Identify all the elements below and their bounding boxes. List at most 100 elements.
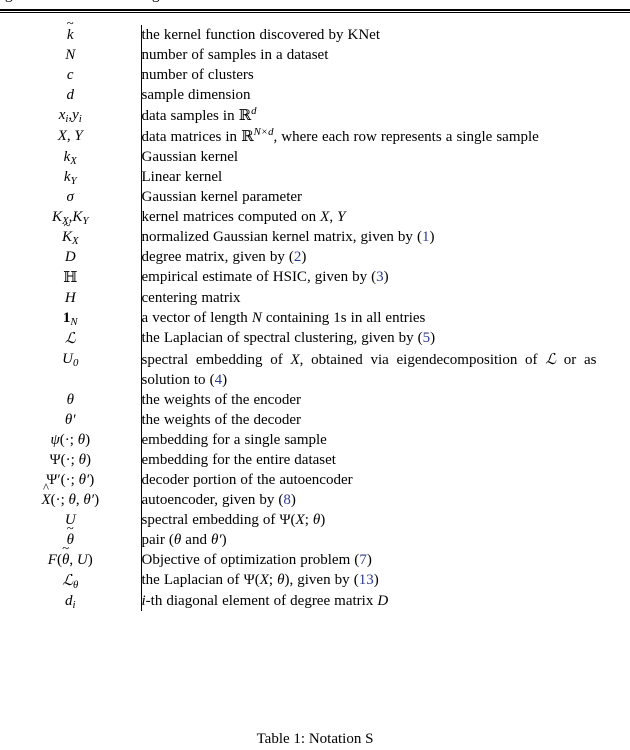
- text-fragment: degree matrix, given by (: [141, 249, 294, 265]
- text-fragment: the Laplacian of spectral clustering, gi…: [141, 330, 423, 346]
- close-paren: ): [222, 372, 228, 388]
- symbol-sup-NxD: N×d: [254, 126, 274, 138]
- close-paren: ): [85, 452, 91, 468]
- symbol-comma: ,: [329, 209, 334, 225]
- table-row: D degree matrix, given by (2): [0, 247, 630, 267]
- symbol-cell: KX,KY: [0, 207, 141, 227]
- description-cell: Linear kernel: [140, 167, 630, 187]
- text-fragment: data samples in: [141, 108, 239, 124]
- symbol-blackboard-H: ℍ: [63, 268, 78, 286]
- text-fragment: empirical estimate of HSIC, given by (: [141, 269, 377, 285]
- close-paren: ): [429, 229, 435, 245]
- description-text: Linear kernel: [141, 169, 223, 185]
- table-caption: Table 1: Notation S: [256, 731, 374, 747]
- symbol-psi: ψ: [50, 432, 60, 448]
- symbol-cell: d: [0, 85, 141, 105]
- symbol-script-L: ℒ: [62, 571, 73, 589]
- symbol-d: d: [65, 593, 73, 609]
- description-cell: decoder portion of the autoencoder: [140, 470, 630, 490]
- table-row: ℍ empirical estimate of HSIC, given by (…: [0, 267, 630, 288]
- description-cell: spectral embedding of Ψ(X; θ): [140, 510, 630, 530]
- description-text: data samples in ℝd: [142, 105, 597, 126]
- description-text: spectral embedding of Ψ(X; θ): [142, 510, 597, 530]
- equation-ref-link[interactable]: 7: [359, 552, 367, 568]
- description-text: i-th diagonal element of degree matrix D: [142, 591, 597, 611]
- text-fragment: autoencoder, given by (: [141, 492, 284, 508]
- description-text: centering matrix: [141, 290, 241, 306]
- symbol-blackboard-R: ℝ: [241, 127, 254, 145]
- symbol-cell: X, Y: [0, 126, 141, 147]
- symbol-theta-prime: θ′: [83, 492, 95, 508]
- symbol-X: X: [295, 512, 305, 528]
- symbol-X: X: [320, 209, 330, 225]
- table-row: θ′ the weights of the decoder: [0, 410, 630, 430]
- table-row: U spectral embedding of Ψ(X; θ): [0, 510, 630, 530]
- description-text: a vector of length N containing 1s in al…: [142, 308, 597, 328]
- symbol-semicolon: ;: [60, 492, 65, 508]
- symbol-cell: kY: [0, 167, 141, 187]
- symbol-cell: N: [0, 45, 141, 65]
- symbol-cell: ^ X(·; θ, θ′): [0, 482, 141, 510]
- description-cell: pair (θ and θ′): [140, 530, 630, 550]
- description-cell: data samples in ℝd: [140, 105, 630, 126]
- description-text: the Laplacian of spectral clustering, gi…: [142, 328, 597, 348]
- symbol-K: K: [52, 209, 63, 225]
- symbol-script-L: ℒ: [64, 329, 76, 347]
- symbol-k: k: [63, 169, 71, 185]
- description-text: Gaussian kernel parameter: [141, 189, 303, 205]
- description-text: kernel matrices computed on X, Y: [142, 207, 597, 227]
- symbol-semicolon: ;: [304, 512, 309, 528]
- text-fragment: -th diagonal element of degree matrix: [145, 593, 378, 609]
- description-cell: Gaussian kernel: [140, 147, 630, 167]
- equation-ref-link[interactable]: 13: [359, 572, 374, 588]
- table-row: ^ X(·; θ, θ′) autoencoder, given by (8): [0, 482, 630, 510]
- symbol-cell: ℒθ: [0, 570, 141, 591]
- text-fragment: pair (: [141, 532, 174, 548]
- table-row: σ Gaussian kernel parameter: [0, 187, 630, 207]
- symbol-sub-N: N: [70, 316, 78, 329]
- description-cell: empirical estimate of HSIC, given by (3): [140, 267, 630, 288]
- symbol-cell: Ψ(·; θ): [0, 450, 141, 470]
- description-text: the Laplacian of Ψ(X; θ), given by (13): [142, 570, 597, 590]
- table-row: ~ k the kernel function discovered by KNe…: [0, 17, 630, 45]
- symbol-semicolon: ;: [268, 572, 274, 588]
- description-cell: the weights of the encoder: [140, 390, 630, 410]
- description-text: autoencoder, given by (8): [142, 490, 597, 510]
- close-paren: ): [89, 472, 95, 488]
- symbol-K: K: [72, 209, 83, 225]
- text-fragment: the Laplacian of: [141, 572, 244, 588]
- description-cell: embedding for the entire dataset: [140, 450, 630, 470]
- close-paren: ): [373, 572, 379, 588]
- symbol-D: D: [377, 593, 389, 609]
- table-row: 1N a vector of length N containing 1s in…: [0, 308, 630, 328]
- description-cell: normalized Gaussian kernel matrix, given…: [140, 227, 630, 247]
- equation-ref-link[interactable]: 8: [283, 492, 291, 508]
- description-cell: degree matrix, given by (2): [140, 247, 630, 267]
- symbol-theta: θ: [66, 392, 74, 408]
- equation-ref-link[interactable]: 3: [376, 269, 384, 285]
- text-fragment: , given by (: [289, 572, 359, 588]
- symbol-cell: ψ(·; θ): [0, 430, 141, 450]
- symbol-cell: σ: [0, 187, 141, 207]
- table-row: ℒ the Laplacian of spectral clustering, …: [0, 328, 630, 349]
- text-fragment: normalized Gaussian kernel matrix, given…: [141, 229, 422, 245]
- tilde-accent: ~: [62, 541, 70, 556]
- symbol-blackboard-R: ℝ: [238, 106, 252, 124]
- text-fragment: data matrices in: [141, 129, 242, 145]
- symbol-cell: ~ θ: [0, 522, 141, 550]
- table-row: Ψ(·; θ) embedding for the entire dataset: [0, 450, 630, 470]
- close-paren: ): [85, 432, 91, 448]
- equation-ref-link[interactable]: 4: [215, 372, 223, 388]
- horizontal-rule-top: [0, 9, 630, 13]
- description-text: Objective of optimization problem (7): [142, 550, 597, 570]
- symbol-X: X: [259, 572, 269, 588]
- symbol-cell: ~ KX: [0, 219, 141, 247]
- symbol-theta-prime: θ′: [64, 412, 76, 428]
- symbol-cell: θ′: [0, 410, 141, 430]
- text-fragment: kernel matrices computed on: [141, 209, 321, 225]
- table-row: θ the weights of the encoder: [0, 390, 630, 410]
- symbol-sup-d: d: [251, 105, 257, 118]
- table-row: xi,yi data samples in ℝd: [0, 105, 630, 126]
- close-paren: ): [320, 512, 326, 528]
- symbol-D: D: [64, 249, 76, 265]
